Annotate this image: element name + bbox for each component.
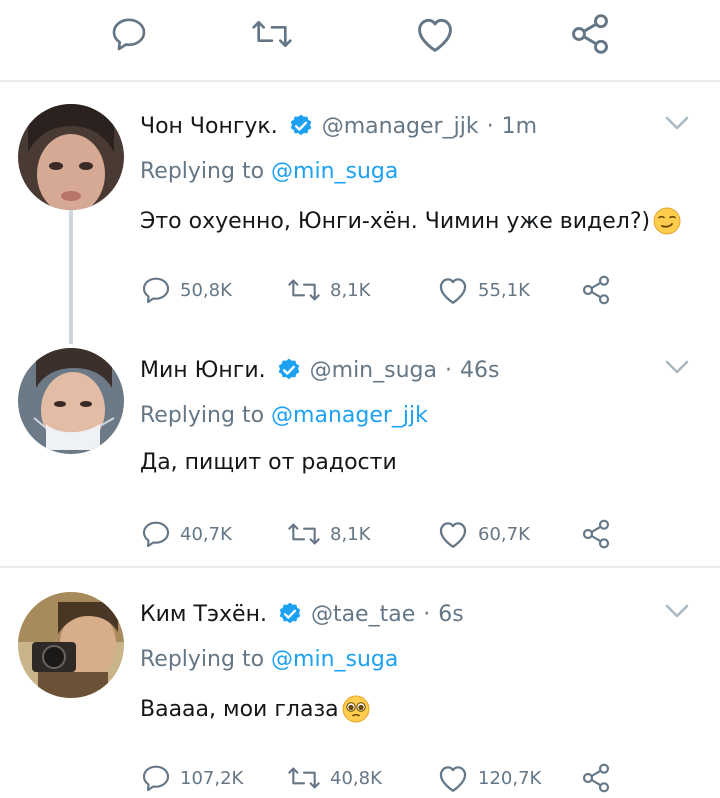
- share-icon: [582, 275, 610, 305]
- like-button[interactable]: 60,7K: [436, 514, 530, 554]
- retweet-button[interactable]: 40,8K: [286, 758, 382, 798]
- tweet-actions: 40,7K 8,1K 60,7K: [140, 514, 640, 554]
- chevron-down-icon[interactable]: [662, 108, 692, 138]
- tweet-header: Чон Чонгук. @manager_jjk · 1m: [140, 108, 537, 144]
- verified-badge-icon: [290, 114, 312, 136]
- reply-count: 50,8K: [180, 279, 232, 301]
- share-button[interactable]: [580, 270, 620, 310]
- display-name[interactable]: Мин Юнги.: [140, 358, 266, 383]
- like-button[interactable]: 120,7K: [436, 758, 541, 798]
- timestamp[interactable]: 1m: [502, 114, 537, 139]
- share-button[interactable]: [580, 514, 620, 554]
- tweet-text: Да, пищит от радости: [140, 450, 397, 475]
- verified-badge-icon: [278, 358, 299, 380]
- handle[interactable]: @min_suga: [310, 358, 437, 383]
- tweet-actions: 107,2K 40,8K 120,7K: [140, 758, 640, 798]
- tweet-header: Мин Юнги. @min_suga · 46s: [140, 352, 499, 388]
- chevron-down-icon[interactable]: [662, 352, 692, 382]
- reply-icon: [142, 277, 170, 304]
- tweet-actions: 50,8K 8,1K 55,1K: [140, 270, 640, 310]
- replying-to-label: Replying to: [140, 647, 265, 672]
- heart-icon[interactable]: [413, 12, 457, 56]
- retweet-count: 8,1K: [330, 279, 371, 301]
- heart-icon: [439, 766, 467, 792]
- tweet-text: Это охуенно, Юнги-хён. Чимин уже видел?): [140, 206, 682, 236]
- share-icon: [582, 763, 610, 793]
- divider: [0, 80, 720, 82]
- verified-badge-icon: [279, 602, 301, 624]
- tweet-body: Да, пищит от радости: [140, 450, 397, 475]
- replying-to: Replying to @min_suga: [140, 647, 398, 672]
- pleading-face-emoji-icon: [342, 695, 370, 723]
- mention-link[interactable]: @min_suga: [271, 647, 398, 672]
- like-count: 60,7K: [478, 523, 530, 545]
- thread-connector: [69, 208, 73, 344]
- display-name[interactable]: Ким Тэхён.: [140, 602, 267, 627]
- reply-icon: [142, 521, 170, 548]
- top-action-bar: [0, 0, 720, 72]
- tweet-body: Вааaa, мои глаза: [140, 696, 339, 722]
- like-button[interactable]: 55,1K: [436, 270, 530, 310]
- chevron-down-icon[interactable]: [662, 596, 692, 626]
- like-count: 55,1K: [478, 279, 530, 301]
- handle[interactable]: @manager_jjk: [322, 114, 479, 139]
- retweet-icon: [288, 523, 320, 545]
- display-name[interactable]: Чон Чонгук.: [140, 114, 278, 139]
- reply-count: 107,2K: [180, 767, 244, 789]
- replying-to: Replying to @min_suga: [140, 159, 398, 184]
- retweet-icon[interactable]: [250, 12, 294, 56]
- handle[interactable]: @tae_tae: [311, 602, 415, 627]
- replying-to-label: Replying to: [140, 159, 265, 184]
- retweet-count: 8,1K: [330, 523, 371, 545]
- tweet-text: Вааaa, мои глаза: [140, 694, 371, 724]
- timestamp[interactable]: 46s: [460, 358, 499, 383]
- smirking-face-emoji-icon: [653, 207, 681, 235]
- avatar[interactable]: [18, 104, 124, 210]
- retweet-count: 40,8K: [330, 767, 382, 789]
- avatar[interactable]: [18, 348, 124, 454]
- retweet-icon: [288, 279, 320, 301]
- mention-link[interactable]: @min_suga: [271, 159, 398, 184]
- reply-icon[interactable]: [107, 12, 151, 56]
- replying-to-label: Replying to: [140, 403, 265, 428]
- retweet-icon: [288, 767, 320, 789]
- replying-to: Replying to @manager_jjk: [140, 403, 428, 428]
- reply-button[interactable]: 50,8K: [140, 270, 232, 310]
- separator-dot: ·: [486, 113, 494, 139]
- mention-link[interactable]: @manager_jjk: [271, 403, 428, 428]
- tweet-header: Ким Тэхён. @tae_tae · 6s: [140, 596, 464, 632]
- like-count: 120,7K: [478, 767, 542, 789]
- reply-count: 40,7K: [180, 523, 232, 545]
- share-button[interactable]: [580, 758, 620, 798]
- separator-dot: ·: [444, 357, 452, 383]
- reply-button[interactable]: 40,7K: [140, 514, 232, 554]
- divider: [0, 566, 720, 568]
- avatar[interactable]: [18, 592, 124, 698]
- retweet-button[interactable]: 8,1K: [286, 514, 370, 554]
- share-icon: [582, 519, 610, 549]
- heart-icon: [439, 278, 467, 304]
- timestamp[interactable]: 6s: [438, 602, 463, 627]
- tweet-body: Это охуенно, Юнги-хён. Чимин уже видел?): [140, 208, 651, 234]
- separator-dot: ·: [423, 601, 431, 627]
- reply-button[interactable]: 107,2K: [140, 758, 243, 798]
- retweet-button[interactable]: 8,1K: [286, 270, 370, 310]
- reply-icon: [142, 765, 170, 792]
- share-icon[interactable]: [568, 12, 612, 56]
- heart-icon: [439, 522, 467, 548]
